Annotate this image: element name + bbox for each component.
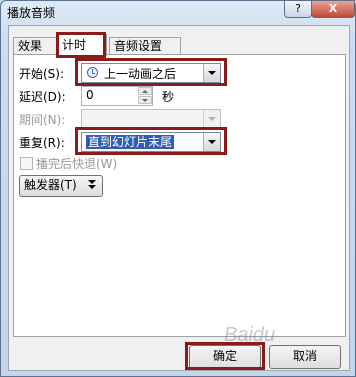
repeat-select-highlight xyxy=(75,127,227,155)
period-dropdown-button[interactable] xyxy=(203,110,220,128)
window-title: 播放音频 xyxy=(7,6,56,20)
rewind-checkbox[interactable] xyxy=(20,157,33,170)
timing-panel: 开始(S): 上一动画之后 延迟(D): 0 秒 期间(N): 重复(R): 直… xyxy=(13,54,346,337)
trigger-button[interactable]: 触发器(T) xyxy=(19,175,103,197)
delay-label: 延迟(D): xyxy=(19,90,66,104)
repeat-label: 重复(R): xyxy=(19,136,65,150)
rewind-label: 播完后快退(W) xyxy=(36,157,118,171)
up-arrow-icon xyxy=(142,90,148,93)
period-label: 期间(N): xyxy=(19,113,66,127)
tab-effect[interactable]: 效果 xyxy=(13,37,61,55)
double-chevron-down-icon xyxy=(88,180,96,190)
cancel-button[interactable]: 取消 xyxy=(269,345,341,369)
help-button[interactable]: ? xyxy=(284,0,312,18)
chevron-down-icon xyxy=(208,117,216,121)
dialog-client: 效果 计时 音频设置 开始(S): 上一动画之后 延迟(D): 0 秒 期间(N… xyxy=(8,25,350,371)
start-label: 开始(S): xyxy=(19,67,65,81)
close-button[interactable]: X xyxy=(311,0,355,18)
ok-button-highlight xyxy=(185,342,265,370)
delay-increment-button[interactable] xyxy=(138,87,152,95)
period-select[interactable] xyxy=(81,109,221,129)
trigger-button-label: 触发器(T) xyxy=(24,178,77,192)
delay-value: 0 xyxy=(86,88,94,102)
tab-sound-settings[interactable]: 音频设置 xyxy=(109,37,181,55)
down-arrow-icon xyxy=(142,99,148,102)
title-bar[interactable]: 播放音频 ? X xyxy=(1,0,355,23)
delay-decrement-button[interactable] xyxy=(138,96,152,104)
dialog-window: 播放音频 ? X 效果 计时 音频设置 开始(S): 上一动画之后 延迟(D):… xyxy=(0,0,356,377)
start-select-highlight xyxy=(75,58,227,86)
delay-spinner[interactable]: 0 xyxy=(81,86,153,106)
delay-unit: 秒 xyxy=(162,90,175,104)
tab-timing-highlight xyxy=(56,32,106,58)
